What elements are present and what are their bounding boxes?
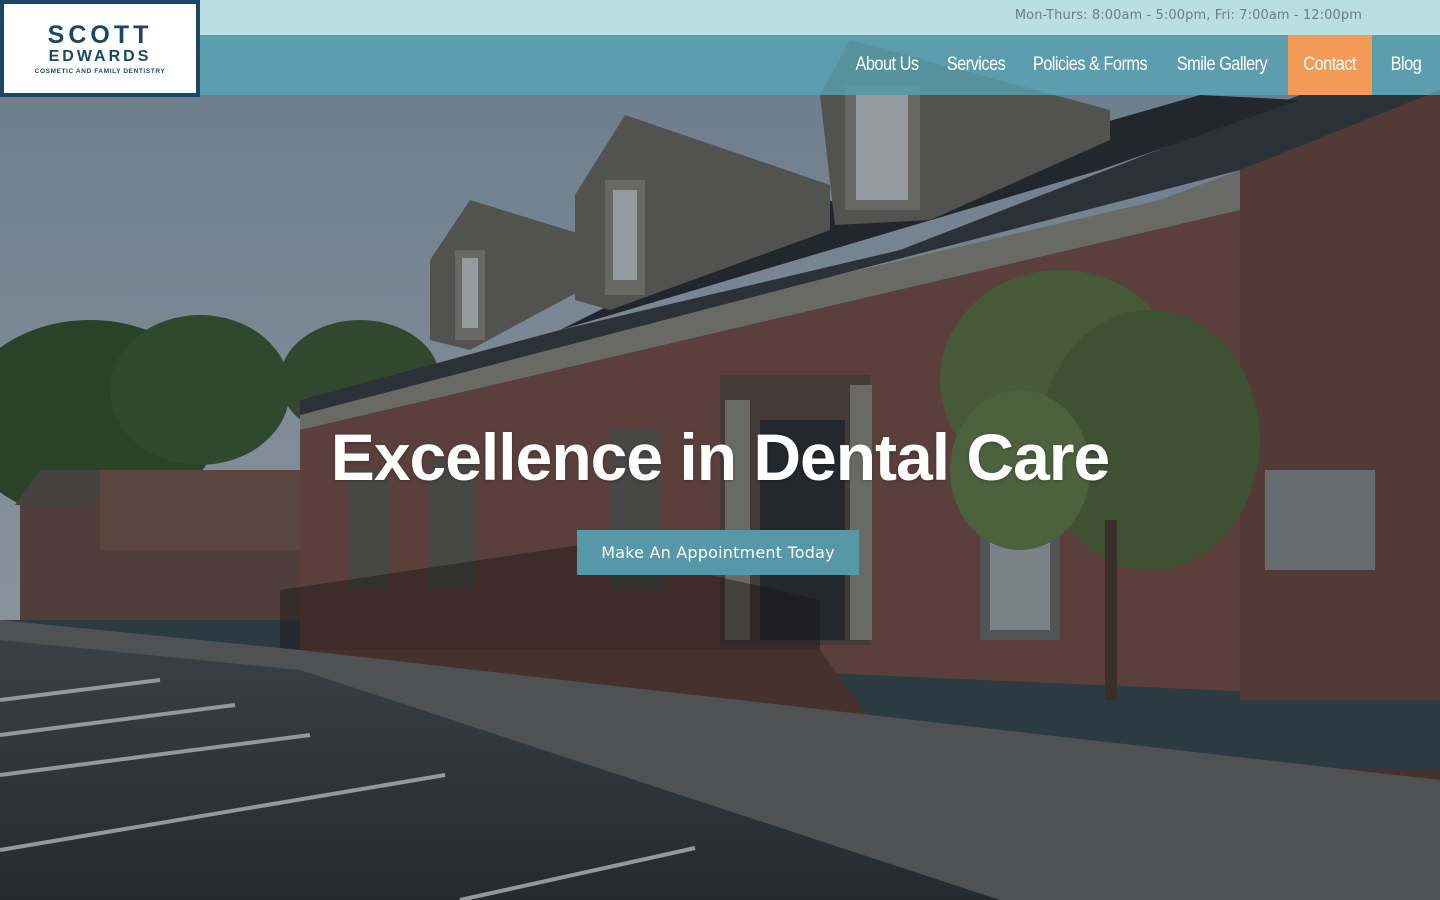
nav-contact-label: Contact [1303,54,1357,75]
nav-contact[interactable]: Contact [1288,35,1372,95]
hero-headline: Excellence in Dental Care [330,420,1110,494]
nav-smile-gallery-label: Smile Gallery [1176,54,1268,75]
logo-line-1: SCOTT [47,21,153,49]
nav-services-label: Services [946,54,1006,75]
nav-smile-gallery[interactable]: Smile Gallery [1168,35,1276,95]
nav-policies-forms[interactable]: Policies & Forms [1031,35,1150,95]
top-info-bar: Mon-Thurs: 8:00am - 5:00pm, Fri: 7:00am … [0,0,1440,35]
nav-services[interactable]: Services [937,35,1014,95]
office-hours: Mon-Thurs: 8:00am - 5:00pm, Fri: 7:00am … [1014,8,1362,23]
logo-line-2: EDWARDS [48,48,152,65]
nav-blog-label: Blog [1390,54,1422,75]
logo-tagline: COSMETIC AND FAMILY DENTISTRY [34,68,166,75]
nav-about-us[interactable]: About Us [853,35,920,95]
site-logo[interactable]: SCOTT EDWARDS COSMETIC AND FAMILY DENTIS… [0,0,200,97]
nav-blog[interactable]: Blog [1377,35,1435,95]
nav-policies-forms-label: Policies & Forms [1032,54,1148,75]
make-appointment-button[interactable]: Make An Appointment Today [577,530,859,575]
main-nav: About Us Services Policies & Forms Smile… [848,35,1440,95]
nav-about-us-label: About Us [855,54,919,75]
